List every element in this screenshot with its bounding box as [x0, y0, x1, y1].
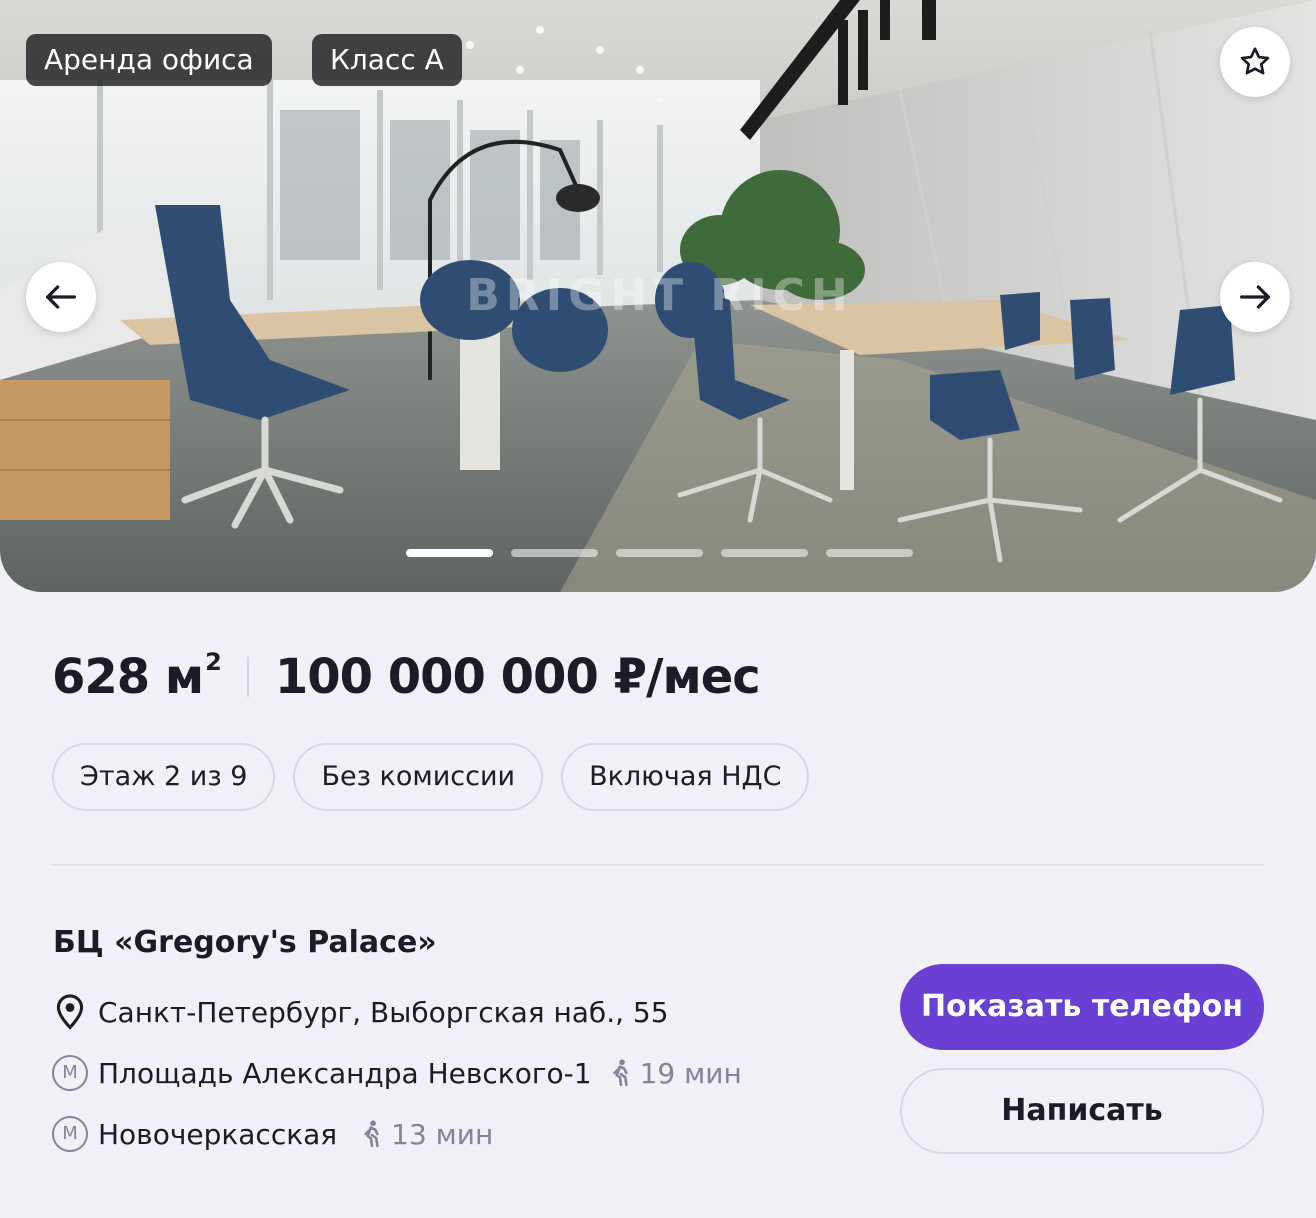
address-text: Санкт-Петербург, Выборгская наб., 55 [98, 995, 669, 1029]
write-message-button[interactable]: Написать [900, 1068, 1264, 1154]
offer-type-badge: Аренда офиса [26, 34, 272, 86]
metro-station-name: Площадь Александра Невского-1 [98, 1056, 592, 1090]
next-photo-button[interactable] [1220, 262, 1290, 332]
metro-station-name: Новочеркасская [98, 1117, 338, 1151]
price-row: 628 м2 100 000 000 ₽/мес [52, 644, 761, 710]
area-value: 628 м [52, 649, 204, 705]
rent-price: 100 000 000 ₽/мес [274, 649, 761, 705]
show-phone-button[interactable]: Показать телефон [900, 964, 1264, 1050]
arrow-left-icon [46, 285, 77, 309]
walk-time: 19 мин [610, 1057, 742, 1090]
slide-dot-5[interactable] [826, 549, 913, 557]
slide-indicator [406, 549, 913, 557]
slide-dot-4[interactable] [721, 549, 808, 557]
metro-row: М Новочеркасская 13 мин [52, 1114, 493, 1154]
metro-row: М Площадь Александра Невского-1 19 мин [52, 1053, 742, 1093]
arrow-right-icon [1240, 285, 1270, 309]
slide-dot-1[interactable] [406, 549, 493, 557]
metro-icon: М [52, 1116, 88, 1152]
chip-vat: Включая НДС [561, 743, 810, 811]
area-unit-superscript: 2 [205, 648, 222, 676]
divider [52, 864, 1264, 866]
walk-time: 13 мин [361, 1118, 493, 1151]
chip-commission: Без комиссии [293, 743, 544, 811]
metro-icon: М [52, 1055, 88, 1091]
price-separator [246, 657, 249, 697]
area: 628 м2 [52, 648, 222, 705]
slide-dot-3[interactable] [616, 549, 703, 557]
svg-text:BRIGHT RICH: BRIGHT RICH [466, 270, 853, 321]
walking-person-icon [364, 1120, 379, 1148]
photo-gallery[interactable]: BRIGHT RICH Аренда офиса Класс А [0, 0, 1316, 592]
office-photo: BRIGHT RICH [0, 0, 1316, 592]
chip-floor: Этаж 2 из 9 [52, 743, 276, 811]
address-row: Санкт-Петербург, Выборгская наб., 55 [52, 992, 669, 1032]
star-icon [1240, 47, 1270, 75]
walk-time-text: 13 мин [391, 1117, 494, 1151]
slide-dot-2[interactable] [511, 549, 598, 557]
feature-chips: Этаж 2 из 9 Без комиссии Включая НДС [52, 743, 810, 811]
walk-time-text: 19 мин [639, 1056, 742, 1090]
favorite-button[interactable] [1220, 27, 1290, 97]
building-name[interactable]: БЦ «Gregory's Palace» [53, 925, 437, 960]
building-class-badge: Класс А [312, 34, 462, 86]
map-pin-icon [52, 994, 88, 1030]
previous-photo-button[interactable] [26, 262, 96, 332]
walking-person-icon [612, 1059, 628, 1087]
